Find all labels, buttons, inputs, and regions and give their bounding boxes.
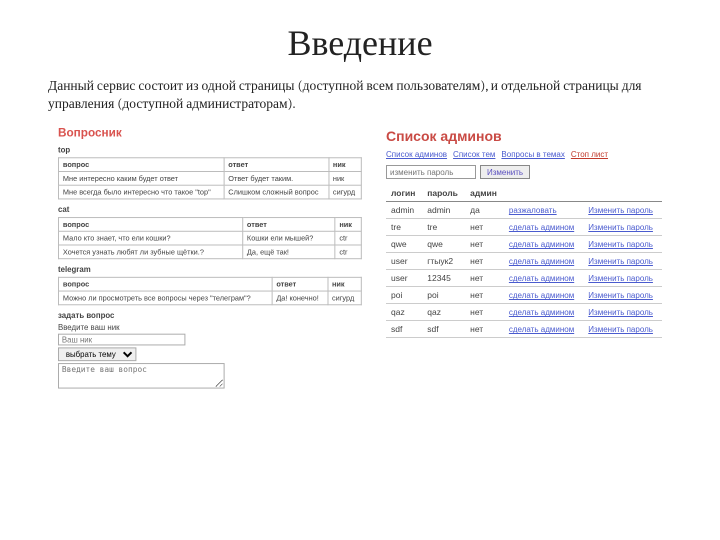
table-row: qweqweнетсделать админомИзменить пароль xyxy=(386,236,662,253)
table-row: user12345нетсделать админомИзменить паро… xyxy=(386,270,662,287)
promote-link[interactable]: сделать админом xyxy=(509,274,574,283)
col-header: ответ xyxy=(272,278,328,292)
col-header: вопрос xyxy=(58,158,223,172)
topic-select[interactable]: выбрать тему xyxy=(58,348,136,362)
admins-heading: Список админов xyxy=(386,128,662,144)
promote-link[interactable]: сделать админом xyxy=(509,223,574,232)
change-password-link[interactable]: Изменить пароль xyxy=(588,223,653,232)
change-password-link[interactable]: Изменить пароль xyxy=(588,308,653,317)
admin-nav-link[interactable]: Вопросы в темах xyxy=(501,150,564,159)
slide-description: Данный сервис состоит из одной страницы … xyxy=(48,78,672,114)
admin-nav-link[interactable]: Список тем xyxy=(453,150,495,159)
admins-table: логинпарольадмин adminadminдаразжаловать… xyxy=(386,185,662,338)
table-row: userгтыук2нетсделать админомИзменить пар… xyxy=(386,253,662,270)
questions-table: вопросответникМне интересно каким будет … xyxy=(58,158,362,200)
change-password-link[interactable]: Изменить пароль xyxy=(588,291,653,300)
change-password-link[interactable]: Изменить пароль xyxy=(588,257,653,266)
section-name: telegram xyxy=(58,266,362,275)
table-row: Мало кто знает, что ели кошки?Кошки ели … xyxy=(58,232,361,246)
admins-table-head: логинпарольадмин xyxy=(386,185,662,202)
change-password-link[interactable]: Изменить пароль xyxy=(588,325,653,334)
slide-title: Введение xyxy=(48,22,672,64)
table-row: tretreнетсделать админомИзменить пароль xyxy=(386,219,662,236)
col-header: вопрос xyxy=(58,278,271,292)
table-row: sdfsdfнетсделать админомИзменить пароль xyxy=(386,321,662,338)
col-header: ник xyxy=(335,218,361,232)
questions-table: вопросответникМожно ли просмотреть все в… xyxy=(58,277,362,305)
questionnaire-heading: Вопросник xyxy=(58,126,362,140)
change-password-button[interactable]: Изменить xyxy=(480,165,530,179)
table-row: qazqazнетсделать админомИзменить пароль xyxy=(386,304,662,321)
ask-question-form: Введите ваш ник выбрать тему xyxy=(58,323,362,391)
slide: Введение Данный сервис состоит из одной … xyxy=(0,0,720,398)
promote-link[interactable]: сделать админом xyxy=(509,291,574,300)
admin-nav-links: Список админов Список тем Вопросы в темах С… xyxy=(386,150,662,159)
col-header: ник xyxy=(328,158,361,172)
change-password-link[interactable]: Изменить пароль xyxy=(588,206,653,215)
admin-nav-link[interactable]: Список админов xyxy=(386,150,447,159)
change-password-link[interactable]: Изменить пароль xyxy=(588,274,653,283)
col-header: ответ xyxy=(243,218,335,232)
table-row: Мне интересно каким будет ответОтвет буд… xyxy=(58,172,361,186)
col-header: вопрос xyxy=(58,218,242,232)
promote-link[interactable]: сделать админом xyxy=(509,240,574,249)
questions-table: вопросответникМало кто знает, что ели ко… xyxy=(58,217,362,259)
promote-link[interactable]: сделать админом xyxy=(509,308,574,317)
promote-link[interactable]: сделать админом xyxy=(509,257,574,266)
change-password-link[interactable]: Изменить пароль xyxy=(588,240,653,249)
nick-label: Введите ваш ник xyxy=(58,323,362,332)
change-password-row: Изменить xyxy=(386,165,662,179)
question-textarea[interactable] xyxy=(58,364,225,389)
nick-input[interactable] xyxy=(58,334,185,346)
promote-link[interactable]: сделать админом xyxy=(509,325,574,334)
table-row: Можно ли просмотреть все вопросы через "… xyxy=(58,291,361,305)
admins-table-body: adminadminдаразжаловатьИзменить парольtr… xyxy=(386,202,662,338)
section-name: cat xyxy=(58,206,362,215)
table-row: poipoiнетсделать админомИзменить пароль xyxy=(386,287,662,304)
table-row: Хочется узнать любят ли зубные щётки.?Да… xyxy=(58,245,361,259)
screenshots-row: Вопросник topвопросответникМне интересно… xyxy=(48,122,672,398)
ask-question-title: задать вопрос xyxy=(58,312,362,321)
questionnaire-screenshot: Вопросник topвопросответникМне интересно… xyxy=(58,122,362,392)
table-row: adminadminдаразжаловатьИзменить пароль xyxy=(386,202,662,219)
question-sections: topвопросответникМне интересно каким буд… xyxy=(58,146,362,306)
section-name: top xyxy=(58,146,362,155)
admins-screenshot: Список админов Список админов Список тем В… xyxy=(386,122,662,398)
change-password-input[interactable] xyxy=(386,165,476,179)
table-row: Мне всегда было интересно что такое "top… xyxy=(58,186,361,200)
demote-link[interactable]: разжаловать xyxy=(509,206,557,215)
admin-nav-link[interactable]: Стоп лист xyxy=(571,150,608,159)
col-header: ник xyxy=(328,278,362,292)
col-header: ответ xyxy=(224,158,329,172)
